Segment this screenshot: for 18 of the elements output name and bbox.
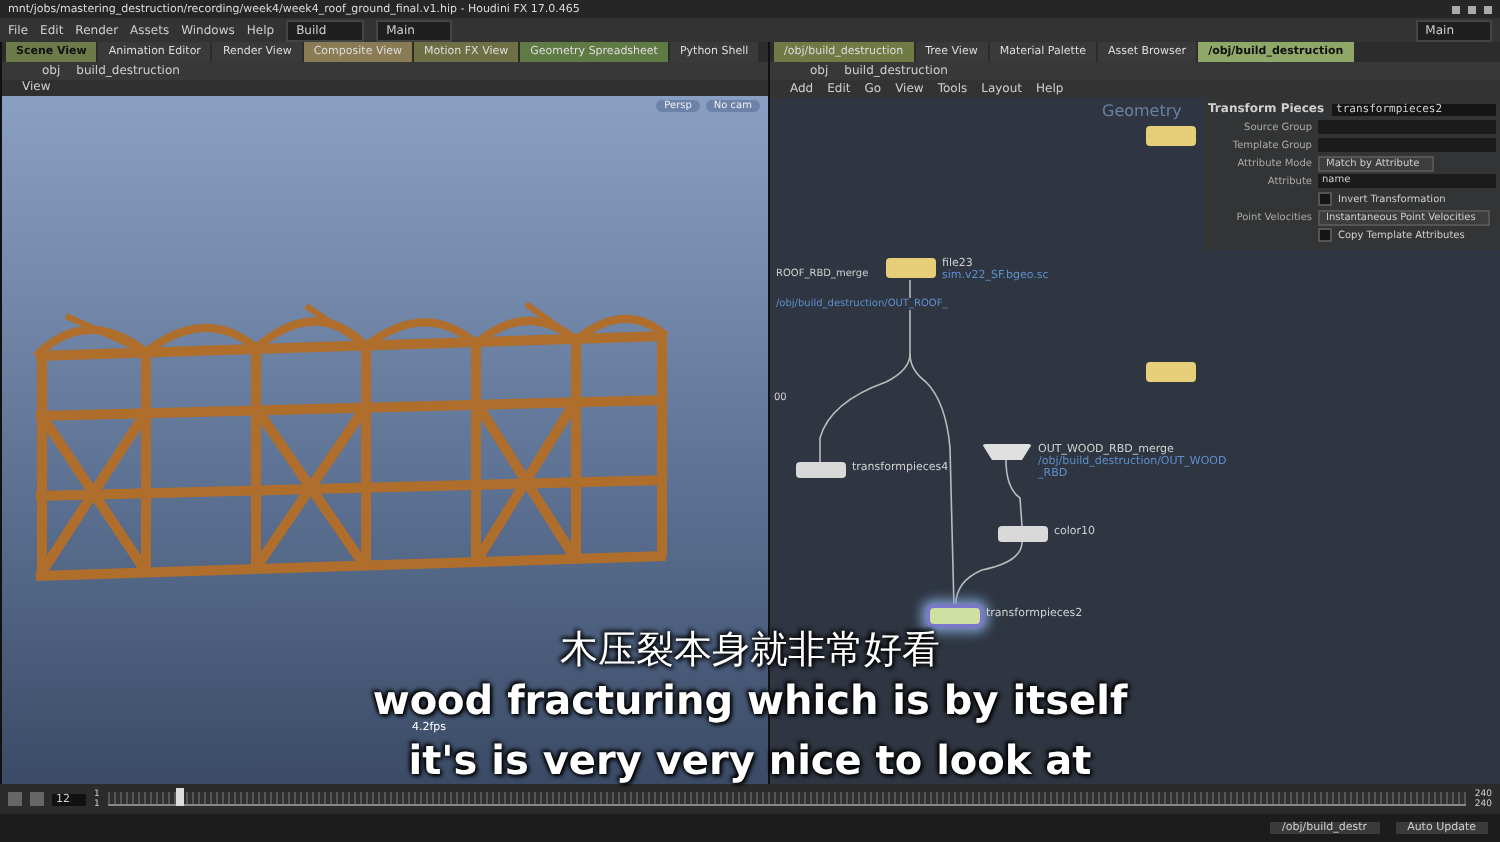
parameter-field[interactable] [1318, 120, 1496, 134]
checkbox[interactable] [1318, 192, 1332, 206]
subtitle-line: wood fracturing which is by itself [372, 678, 1128, 722]
node-wire [1005, 459, 1023, 527]
network-node[interactable] [982, 444, 1032, 460]
network-node[interactable] [930, 608, 980, 624]
playhead[interactable] [175, 788, 184, 806]
timeline-track[interactable] [107, 792, 1467, 806]
network-node[interactable] [998, 526, 1048, 542]
checkbox[interactable] [1318, 228, 1332, 242]
network-node[interactable] [1146, 362, 1196, 382]
network-type-label: Geometry [1102, 102, 1182, 122]
network-node[interactable] [1146, 126, 1196, 146]
parameter-field[interactable] [1318, 138, 1496, 152]
network-node[interactable] [886, 258, 936, 278]
subtitle-line: it's is very very nice to look at [408, 738, 1092, 782]
network-node[interactable] [796, 462, 846, 478]
subtitle-line: 木压裂本身就非常好看 [560, 628, 940, 672]
